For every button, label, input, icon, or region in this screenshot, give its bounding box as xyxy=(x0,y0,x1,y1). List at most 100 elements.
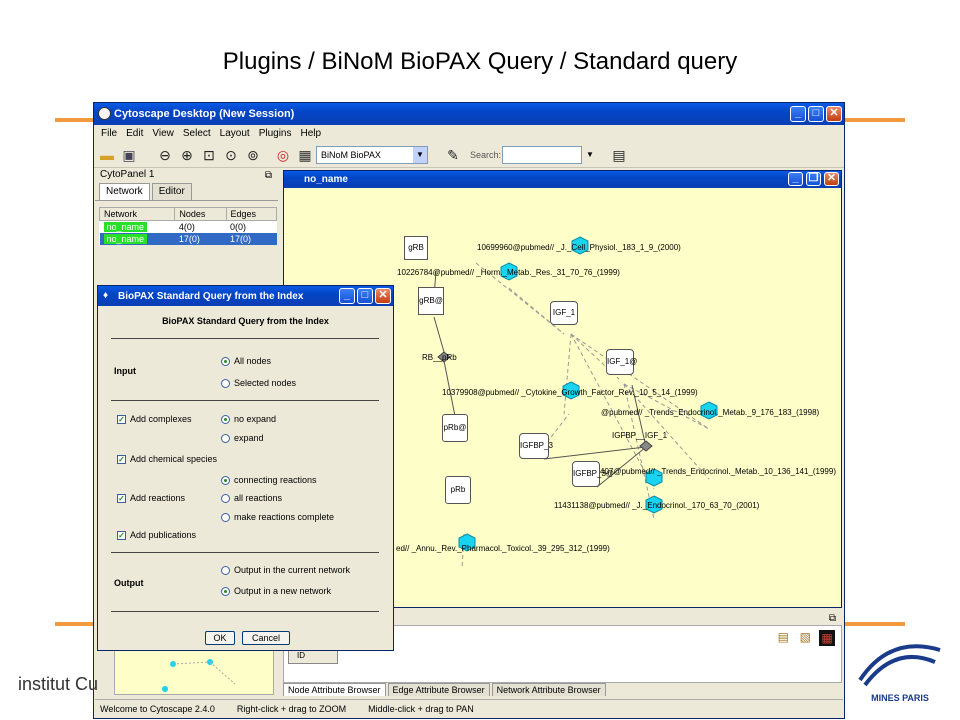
tab-node-attribute-browser[interactable]: Node Attribute Browser xyxy=(283,683,386,696)
zoom-actual-icon[interactable]: ⊚ xyxy=(244,146,262,164)
node-prb[interactable]: pRb xyxy=(445,476,471,504)
divider xyxy=(111,611,379,612)
radio-output-new[interactable]: Output in a new network xyxy=(221,586,331,596)
col-nodes[interactable]: Nodes xyxy=(174,207,227,221)
dialog-heading: BioPAX Standard Query from the Index xyxy=(162,316,329,326)
pubmed-label: ed// _Annu._Rev._Pharmacol._Toxicol._39_… xyxy=(396,544,610,553)
net-restore-button[interactable]: ❐ xyxy=(806,172,821,186)
delete-attribute-icon[interactable]: ▧ xyxy=(800,630,811,644)
checkbox-add-chemical-species[interactable]: ✓ Add chemical species xyxy=(117,454,217,464)
menu-layout[interactable]: Layout xyxy=(220,128,250,139)
search-options-icon[interactable]: ▤ xyxy=(610,146,628,164)
zoom-out-icon[interactable]: ⊖ xyxy=(156,146,174,164)
net-close-button[interactable]: ✕ xyxy=(824,172,839,186)
plugin-select-value: BiNoM BioPAX xyxy=(321,150,381,160)
node-label: RB__pRb xyxy=(422,353,457,362)
table-row[interactable]: no_name 4(0) 0(0) xyxy=(100,221,277,234)
window-titlebar: Cytoscape Desktop (New Session) _ □ ✕ xyxy=(94,103,844,125)
binom-icon[interactable]: ▦ xyxy=(296,146,314,164)
node-grb-at[interactable]: gRB@ xyxy=(418,287,444,315)
table-row[interactable]: no_name 17(0) 17(0) xyxy=(99,233,277,245)
cancel-button[interactable]: Cancel xyxy=(242,631,290,645)
radio-icon[interactable] xyxy=(221,586,230,596)
menu-file[interactable]: File xyxy=(101,128,117,139)
radio-icon[interactable] xyxy=(221,433,230,443)
dialog-maximize-button[interactable]: □ xyxy=(357,288,373,304)
checkbox-icon[interactable]: ✓ xyxy=(117,493,126,503)
menu-help[interactable]: Help xyxy=(301,128,322,139)
menu-select[interactable]: Select xyxy=(183,128,211,139)
tab-network[interactable]: Network xyxy=(99,183,150,200)
radio-no-expand[interactable]: no expand xyxy=(221,414,276,424)
node-grb[interactable]: gRB xyxy=(404,236,428,260)
radio-expand[interactable]: expand xyxy=(221,433,264,443)
tab-network-attribute-browser[interactable]: Network Attribute Browser xyxy=(491,683,606,696)
float-panel-icon[interactable]: ⧉ xyxy=(265,170,272,181)
institut-curie-logo: institut Cu xyxy=(18,674,99,694)
float-bottom-panel-icon[interactable]: ⧉ xyxy=(829,613,836,624)
cytopanel-title: CytoPanel 1 xyxy=(95,169,278,183)
menu-plugins[interactable]: Plugins xyxy=(259,128,292,139)
menubar: File Edit View Select Layout Plugins Hel… xyxy=(94,125,844,142)
menu-view[interactable]: View xyxy=(152,128,174,139)
net-minimize-button[interactable]: _ xyxy=(788,172,803,186)
minimize-button[interactable]: _ xyxy=(790,106,806,122)
save-icon[interactable]: ▣ xyxy=(120,146,138,164)
tab-edge-attribute-browser[interactable]: Edge Attribute Browser xyxy=(387,683,490,696)
zoom-in-icon[interactable]: ⊕ xyxy=(178,146,196,164)
checkbox-icon[interactable]: ✓ xyxy=(117,454,126,464)
status-welcome: Welcome to Cytoscape 2.4.0 xyxy=(100,703,215,714)
open-folder-icon[interactable]: ▬ xyxy=(98,146,116,164)
node-igf1-at[interactable]: IGF_1@ xyxy=(606,349,637,375)
zoom-fit-icon[interactable]: ⊡ xyxy=(200,146,218,164)
pubmed-label: 407@pubmed// _Trends_Endocrinol._Metab._… xyxy=(600,467,836,476)
pubmed-label: @pubmed// _Trends_Endocrinol._Metab._9_1… xyxy=(601,408,820,417)
radio-selected-nodes[interactable]: Selected nodes xyxy=(221,378,296,388)
tab-editor[interactable]: Editor xyxy=(151,183,192,200)
col-edges[interactable]: Edges xyxy=(225,207,278,221)
matrix-icon[interactable]: ▦ xyxy=(819,630,835,646)
radio-all-reactions[interactable]: all reactions xyxy=(221,493,282,503)
plugin-select[interactable]: BiNoM BioPAX ▼ xyxy=(316,146,428,164)
node-igfbp3[interactable]: IGFBP_3 xyxy=(519,433,553,459)
radio-all-nodes[interactable]: All nodes xyxy=(221,356,271,366)
search-input[interactable] xyxy=(502,146,582,164)
menu-edit[interactable]: Edit xyxy=(126,128,143,139)
maximize-button[interactable]: □ xyxy=(808,106,824,122)
select-attributes-icon[interactable]: ▤ xyxy=(778,630,789,644)
radio-icon[interactable] xyxy=(221,356,230,366)
zoom-selected-icon[interactable]: ⊙ xyxy=(222,146,240,164)
radio-output-current[interactable]: Output in the current network xyxy=(221,565,350,575)
radio-connecting-reactions[interactable]: connecting reactions xyxy=(221,475,317,485)
network-nodes: 17(0) xyxy=(174,233,227,245)
dialog-close-button[interactable]: ✕ xyxy=(375,288,391,304)
divider xyxy=(111,338,379,339)
radio-icon[interactable] xyxy=(221,493,230,503)
checkbox-add-complexes[interactable]: ✓ Add complexes xyxy=(117,414,192,424)
radio-icon[interactable] xyxy=(221,475,230,485)
node-igfbp3-at[interactable]: IGFBP_3@ xyxy=(572,461,614,487)
dialog-minimize-button[interactable]: _ xyxy=(339,288,355,304)
divider xyxy=(111,552,379,553)
ok-button[interactable]: OK xyxy=(205,631,235,645)
close-button[interactable]: ✕ xyxy=(826,106,842,122)
col-network[interactable]: Network xyxy=(98,207,176,221)
checkbox-add-publications[interactable]: ✓ Add publications xyxy=(117,530,196,540)
radio-icon[interactable] xyxy=(221,565,230,575)
search-dropdown-icon[interactable]: ▼ xyxy=(583,146,597,164)
radio-icon[interactable] xyxy=(221,414,230,424)
lifebuoy-icon[interactable]: ◎ xyxy=(274,146,292,164)
edit-icon[interactable]: ✎ xyxy=(444,146,462,164)
chevron-down-icon[interactable]: ▼ xyxy=(413,147,427,163)
dialog-titlebar: ♦ BioPAX Standard Query from the Index _… xyxy=(98,286,393,306)
checkbox-icon[interactable]: ✓ xyxy=(117,530,126,540)
radio-icon[interactable] xyxy=(221,378,230,388)
network-nodes: 4(0) xyxy=(178,222,195,232)
radio-make-reactions-complete[interactable]: make reactions complete xyxy=(221,512,334,522)
node-prb-at[interactable]: pRb@ xyxy=(442,414,468,442)
id-column-header[interactable]: ID xyxy=(288,650,338,664)
node-igf1[interactable]: IGF_1 xyxy=(550,301,578,325)
checkbox-icon[interactable]: ✓ xyxy=(117,414,126,424)
checkbox-add-reactions[interactable]: ✓ Add reactions xyxy=(117,493,185,503)
radio-icon[interactable] xyxy=(221,512,230,522)
